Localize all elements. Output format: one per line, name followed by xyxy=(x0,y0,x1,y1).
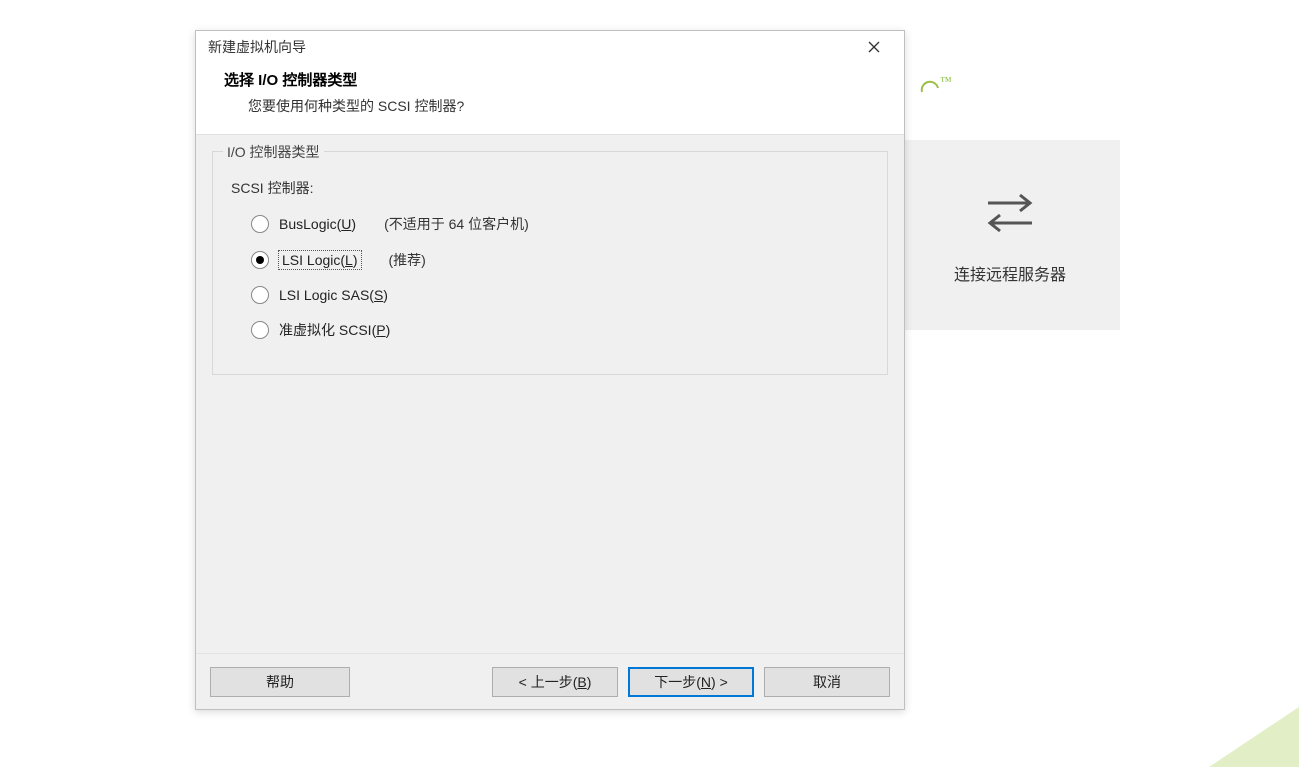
radio-option-lsi-logic-sas[interactable]: LSI Logic SAS(S) xyxy=(213,286,887,304)
radio-option-paravirtual-scsi[interactable]: 准虚拟化 SCSI(P) xyxy=(213,320,887,340)
next-button[interactable]: 下一步(N) > xyxy=(628,667,754,697)
radio-label: BusLogic(U) xyxy=(279,216,356,232)
wizard-step-title: 选择 I/O 控制器类型 xyxy=(224,69,876,90)
trademark-text: ™ xyxy=(920,76,950,96)
wizard-header: 选择 I/O 控制器类型 您要使用何种类型的 SCSI 控制器? xyxy=(196,63,904,134)
radio-icon xyxy=(251,286,269,304)
scsi-controller-label: SCSI 控制器: xyxy=(213,178,887,198)
button-bar: 帮助 < 上一步(B) 下一步(N) > 取消 xyxy=(196,653,904,709)
radio-icon xyxy=(251,321,269,339)
radio-hint: (不适用于 64 位客户机) xyxy=(384,214,529,234)
decorative-corner xyxy=(1209,707,1299,767)
radio-label: LSI Logic(L) xyxy=(279,251,361,269)
wizard-content: I/O 控制器类型 SCSI 控制器: BusLogic(U) (不适用于 64… xyxy=(196,135,904,653)
connect-remote-server-label: 连接远程服务器 xyxy=(954,261,1066,285)
cancel-button[interactable]: 取消 xyxy=(764,667,890,697)
radio-icon xyxy=(251,215,269,233)
radio-label: 准虚拟化 SCSI(P) xyxy=(279,320,390,340)
io-controller-fieldset: I/O 控制器类型 SCSI 控制器: BusLogic(U) (不适用于 64… xyxy=(212,151,888,375)
dialog-title: 新建虚拟机向导 xyxy=(208,37,306,57)
close-button[interactable] xyxy=(854,32,894,62)
transfer-arrows-icon xyxy=(980,186,1040,241)
back-button[interactable]: < 上一步(B) xyxy=(492,667,618,697)
connect-remote-server-tile[interactable]: 连接远程服务器 xyxy=(900,140,1120,330)
fieldset-legend: I/O 控制器类型 xyxy=(223,142,324,162)
radio-hint: (推荐) xyxy=(389,250,426,270)
radio-option-lsi-logic[interactable]: LSI Logic(L) (推荐) xyxy=(213,250,887,270)
radio-label: LSI Logic SAS(S) xyxy=(279,287,388,303)
radio-icon xyxy=(251,251,269,269)
new-vm-wizard-dialog: 新建虚拟机向导 选择 I/O 控制器类型 您要使用何种类型的 SCSI 控制器?… xyxy=(195,30,905,710)
titlebar: 新建虚拟机向导 xyxy=(196,31,904,63)
wizard-step-subtitle: 您要使用何种类型的 SCSI 控制器? xyxy=(224,96,876,116)
help-button[interactable]: 帮助 xyxy=(210,667,350,697)
close-icon xyxy=(868,41,880,53)
radio-option-buslogic[interactable]: BusLogic(U) (不适用于 64 位客户机) xyxy=(213,214,887,234)
